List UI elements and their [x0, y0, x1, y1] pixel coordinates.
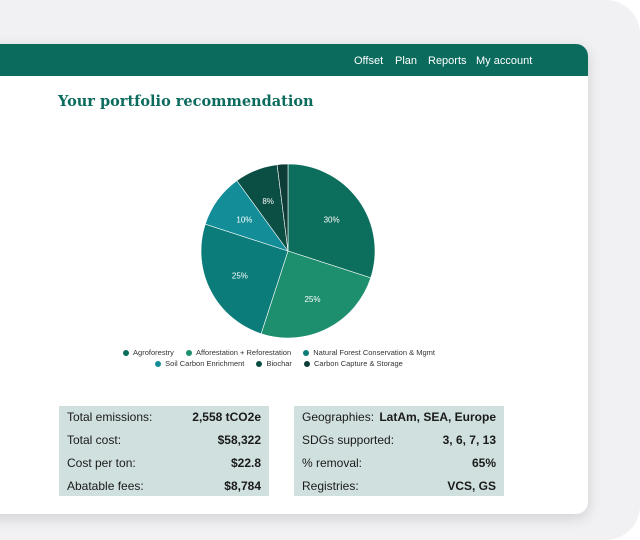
slice-percent-label: 25%: [304, 295, 320, 304]
slice-percent-label: 25%: [232, 272, 248, 281]
summary-value: $8,784: [224, 479, 261, 493]
summary-panel-attributes: Geographies: LatAm, SEA, Europe SDGs sup…: [294, 406, 504, 496]
summary-label: Registries:: [302, 479, 359, 493]
summary-row: % removal: 65%: [302, 456, 496, 472]
summary-row: Registries: VCS, GS: [302, 479, 496, 495]
summary-label: Geographies:: [302, 410, 375, 424]
summary-label: SDGs supported:: [302, 433, 395, 447]
summary-value: VCS, GS: [447, 479, 496, 493]
summary-row: Total cost: $58,322: [67, 433, 261, 449]
summary-label: Total emissions:: [67, 410, 153, 424]
slice-percent-label: 10%: [236, 215, 252, 224]
summary-row: SDGs supported: 3, 6, 7, 13: [302, 433, 496, 449]
summary-row: Cost per ton: $22.8: [67, 456, 261, 472]
slice-percent-label: 30%: [324, 215, 340, 224]
summary-label: Cost per ton:: [67, 456, 136, 470]
summary-value: 2,558 tCO2e: [192, 410, 261, 424]
slice-percent-label: 8%: [262, 197, 274, 206]
summary-value: $58,322: [217, 433, 261, 447]
summary-label: Abatable fees:: [67, 479, 144, 493]
summary-value: 65%: [471, 456, 496, 470]
summary-value: 3, 6, 7, 13: [442, 433, 496, 447]
summary-row: Geographies: LatAm, SEA, Europe: [302, 410, 496, 426]
summary-label: Total cost:: [67, 433, 122, 447]
summary-value: $22.8: [230, 456, 261, 470]
summary-label: % removal:: [302, 456, 363, 470]
summary-row: Total emissions: 2,558 tCO2e: [67, 410, 261, 426]
summary-panel-costs: Total emissions: 2,558 tCO2e Total cost:…: [59, 406, 269, 496]
summary-row: Abatable fees: $8,784: [67, 479, 261, 495]
summary-value: LatAm, SEA, Europe: [379, 410, 496, 424]
